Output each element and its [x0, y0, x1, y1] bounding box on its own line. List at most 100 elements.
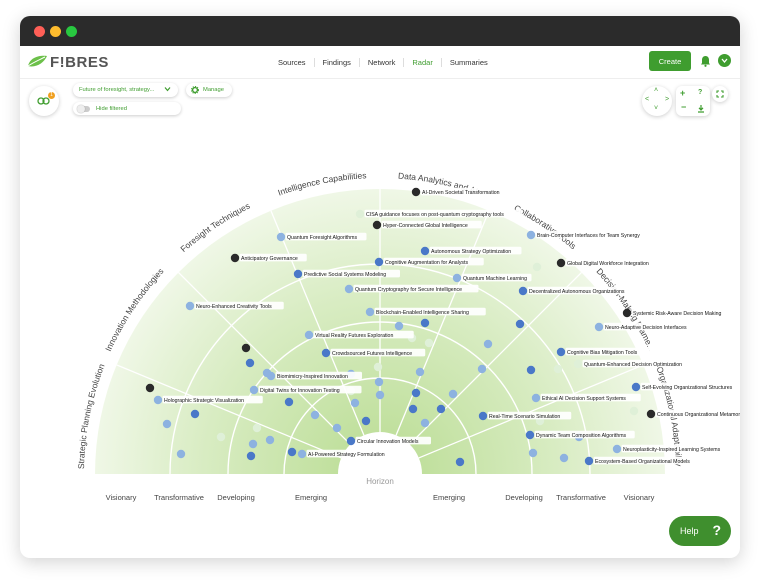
radar-dot[interactable] [394, 321, 404, 331]
radar-dot[interactable] [483, 339, 493, 349]
nav-sources[interactable]: Sources [270, 57, 315, 67]
radar-item[interactable]: Hyper-Connected Global Intelligence [372, 220, 482, 230]
radar-item[interactable]: AI-Driven Societal Transformation [411, 187, 516, 197]
radar-item-dot[interactable] [297, 449, 307, 459]
radar-dot[interactable] [420, 318, 430, 328]
radar-dot[interactable] [526, 365, 536, 375]
nav-network[interactable]: Network [360, 57, 405, 67]
radar-dot[interactable] [420, 418, 430, 428]
radar-item[interactable]: Dynamic Team Composition Algorithms [525, 430, 635, 440]
radar-dot[interactable] [190, 409, 200, 419]
radar-dot[interactable] [424, 338, 434, 348]
user-menu-button[interactable] [718, 54, 731, 67]
radar-item[interactable]: Quantum Foresight Algorithms [276, 232, 367, 242]
radar-item[interactable]: Self-Evolving Organizational Structures [631, 382, 737, 392]
radar-dot[interactable] [408, 404, 418, 414]
radar-item[interactable]: Real-Time Scenario Simulation [478, 411, 572, 421]
radar-dot[interactable] [411, 388, 421, 398]
radar-item[interactable]: Quantum-Enhanced Decision Optimization [573, 359, 691, 369]
radar-item[interactable]: Systemic Risk-Aware Decision Making [622, 308, 732, 318]
radar-dot[interactable] [162, 419, 172, 429]
radar-dot[interactable] [528, 448, 538, 458]
radar-dot[interactable] [145, 383, 155, 393]
radar-item-dot[interactable] [276, 232, 286, 242]
radar-dot[interactable] [477, 364, 487, 374]
radar-item-dot[interactable] [372, 220, 382, 230]
create-button[interactable]: Create [649, 51, 691, 71]
radar-dot[interactable] [448, 389, 458, 399]
radar-item[interactable]: Predictive Social Systems Modeling [293, 269, 400, 279]
radar-item[interactable]: Quantum Cryptography for Secure Intellig… [344, 284, 479, 294]
radar-item-dot[interactable] [594, 322, 604, 332]
radar-dot[interactable] [248, 439, 258, 449]
radar-dot[interactable] [559, 453, 569, 463]
radar-item-dot[interactable] [266, 371, 276, 381]
radar-item[interactable]: Cognitive Augmentation for Analysts [374, 257, 484, 267]
radar-dot[interactable] [415, 367, 425, 377]
radar-item-dot[interactable] [584, 456, 594, 466]
radar-dot[interactable] [287, 447, 297, 457]
radar-dot[interactable] [629, 406, 639, 416]
radar-dot[interactable] [515, 319, 525, 329]
radar-dot[interactable] [176, 449, 186, 459]
radar-item-dot[interactable] [556, 347, 566, 357]
radar-item-dot[interactable] [153, 395, 163, 405]
radar-dot[interactable] [332, 423, 342, 433]
radar-item[interactable]: Crowdsourced Futures Intelligence [321, 348, 426, 358]
help-button[interactable]: Help ? [669, 516, 731, 546]
maximize-window-icon[interactable] [66, 26, 77, 37]
radar-item[interactable]: AI-Powered Strategy Formulation [297, 449, 396, 459]
minimize-window-icon[interactable] [50, 26, 61, 37]
radar-dot[interactable] [455, 457, 465, 467]
radar-item-dot[interactable] [631, 382, 641, 392]
radar-item-dot[interactable] [355, 209, 365, 219]
radar-dot[interactable] [265, 435, 275, 445]
radar-dot[interactable] [375, 390, 385, 400]
radar-item[interactable]: Digital Twins for Innovation Testing [249, 385, 362, 395]
radar-item-dot[interactable] [518, 286, 528, 296]
radar-dot[interactable] [284, 397, 294, 407]
radar-item-dot[interactable] [344, 284, 354, 294]
radar-item[interactable]: Brain-Computer Interfaces for Team Syner… [526, 230, 655, 240]
radar-item[interactable]: Neuro-Adaptive Decision Interfaces [594, 322, 701, 332]
radar-item[interactable]: Anticipatory Governance [230, 253, 307, 263]
radar-dot[interactable] [373, 362, 383, 372]
radar-item-dot[interactable] [531, 393, 541, 403]
radar-item-dot[interactable] [304, 330, 314, 340]
radar-item-dot[interactable] [365, 307, 375, 317]
radar-item-dot[interactable] [411, 187, 421, 197]
radar-dot[interactable] [350, 398, 360, 408]
radar-item[interactable]: Autonomous Strategy Optimization [420, 246, 522, 256]
radar-item[interactable]: Ecosystem-Based Organizational Models [584, 456, 700, 466]
radar-dot[interactable] [245, 358, 255, 368]
radar-dot[interactable] [216, 432, 226, 442]
radar-item[interactable]: Holographic Strategic Visualization [153, 395, 263, 405]
radar-dot[interactable] [361, 416, 371, 426]
radar-dot[interactable] [310, 410, 320, 420]
radar-dot[interactable] [241, 343, 251, 353]
radar-dot[interactable] [436, 404, 446, 414]
radar-item[interactable]: CISA guidance focuses on post-quantum cr… [355, 209, 523, 219]
radar-dot[interactable] [374, 377, 384, 387]
radar-item-dot[interactable] [525, 430, 535, 440]
fibres-logo[interactable]: F!BRES [26, 52, 109, 72]
radar-item-dot[interactable] [346, 436, 356, 446]
close-window-icon[interactable] [34, 26, 45, 37]
radar-item[interactable]: Virtual Reality Futures Exploration [304, 330, 414, 340]
radar-item-dot[interactable] [185, 301, 195, 311]
radar-item-dot[interactable] [612, 444, 622, 454]
radar-dot[interactable] [532, 262, 542, 272]
radar-item[interactable]: Global Digital Workforce Integration [556, 258, 669, 268]
radar-item-dot[interactable] [374, 257, 384, 267]
radar-dot[interactable] [252, 423, 262, 433]
radar-item-dot[interactable] [556, 258, 566, 268]
radar-item[interactable]: Neuroplasticity-Inspired Learning System… [612, 444, 737, 454]
radar-item[interactable]: Circular Innovation Models [346, 436, 431, 446]
radar-item-dot[interactable] [230, 253, 240, 263]
radar-item[interactable]: Quantum Machine Learning [452, 273, 532, 283]
nav-radar[interactable]: Radar [404, 57, 442, 67]
nav-findings[interactable]: Findings [315, 57, 360, 67]
nav-summaries[interactable]: Summaries [442, 58, 496, 67]
radar-item[interactable]: Cognitive Bias Mitigation Tools [556, 347, 655, 357]
radar-item-dot[interactable] [249, 385, 259, 395]
